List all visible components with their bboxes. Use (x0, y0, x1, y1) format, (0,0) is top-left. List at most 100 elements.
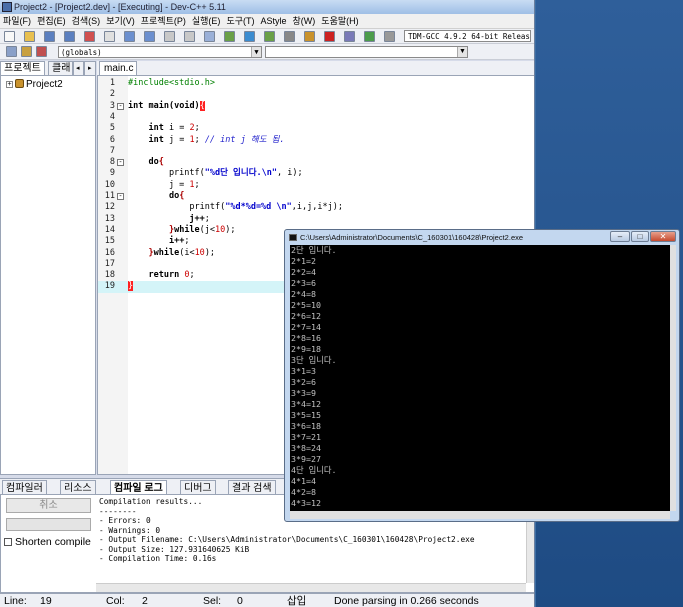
tab-project[interactable]: 프로젝트 (0, 61, 45, 75)
close-icon[interactable] (84, 31, 95, 42)
line-number: 4 (109, 111, 115, 122)
print-icon[interactable] (104, 31, 115, 42)
code-line[interactable]: 9 printf("%d단 입니다.\n", i); (98, 168, 534, 179)
indent-icon[interactable] (6, 46, 17, 57)
title-bar: Project2 - [Project2.dev] - [Executing] … (0, 0, 534, 14)
fold-icon[interactable]: - (117, 193, 124, 200)
open-icon[interactable] (24, 31, 35, 42)
code-text: } (128, 281, 134, 292)
fold-icon[interactable]: - (117, 102, 124, 110)
chevron-down-icon[interactable]: ▼ (251, 47, 261, 57)
project-node[interactable]: + Project2 (6, 79, 63, 91)
code-text: j++; (189, 213, 210, 224)
line-number: 5 (109, 123, 115, 134)
line-number: 1 (109, 78, 115, 88)
tab-bottom-0[interactable]: 컴파일러 (2, 480, 47, 495)
scope-select[interactable]: (globals) ▼ (58, 46, 262, 58)
line-number: 14 (104, 224, 115, 235)
console-window[interactable]: C:\Users\Administrator\Documents\C_16030… (284, 229, 680, 522)
scroll-left-icon[interactable]: ◂ (72, 61, 84, 75)
line-number: 9 (109, 168, 115, 179)
line-number: 10 (104, 179, 115, 190)
status-bar: Line: 19 Col: 2 Sel: 0 삽입 Done parsing i… (0, 593, 534, 607)
log-horizontal-scrollbar[interactable] (96, 583, 526, 592)
maximize-button[interactable]: □ (631, 231, 649, 242)
line-number: 18 (104, 270, 115, 281)
save-all-icon[interactable] (64, 31, 75, 42)
replace-icon[interactable] (184, 31, 195, 42)
menu-item-3[interactable]: 보기(V) (103, 14, 138, 29)
unindent-icon[interactable] (21, 46, 32, 57)
console-horizontal-scrollbar[interactable] (290, 511, 670, 519)
code-line[interactable]: 11- do{ (98, 191, 534, 202)
compiler-select[interactable]: TDM-GCC 4.9.2 64-bit Release (404, 30, 531, 42)
chart-icon[interactable] (364, 31, 375, 42)
code-text: int i = 2; (148, 123, 200, 134)
tab-bottom-2[interactable]: 컴파일 로그 (110, 480, 167, 495)
tab-bottom-1[interactable]: 리소스 (60, 480, 96, 495)
menu-item-2[interactable]: 검색(S) (69, 14, 104, 29)
options-icon[interactable] (384, 31, 395, 42)
undo-icon[interactable] (124, 31, 135, 42)
code-text: printf("%d*%d=%d \n",i,j,i*j); (128, 202, 343, 213)
shorten-option[interactable]: Shorten compile (4, 536, 91, 548)
tab-bottom-3[interactable]: 디버그 (180, 480, 216, 495)
menu-item-4[interactable]: 프로젝트(P) (138, 14, 189, 29)
code-line[interactable]: 1 #include<stdio.h> (98, 78, 534, 89)
rebuild-icon[interactable] (284, 31, 295, 42)
chevron-down-icon[interactable]: ▼ (457, 47, 467, 57)
stop-icon[interactable] (324, 31, 335, 42)
menu-item-0[interactable]: 파일(F) (0, 14, 34, 29)
function-select[interactable]: ▼ (265, 46, 468, 58)
window-title: Project2 - [Project2.dev] - [Executing] … (14, 2, 226, 12)
shorten-checkbox[interactable] (4, 538, 12, 546)
tab-main-c[interactable]: main.c (99, 61, 137, 75)
tab-bottom-4[interactable]: 결과 검색 (228, 480, 276, 495)
menu-item-6[interactable]: 도구(T) (223, 14, 257, 29)
minimize-button[interactable]: – (610, 231, 630, 242)
code-line[interactable]: 12 printf("%d*%d=%d \n",i,j,i*j); (98, 202, 534, 213)
profile-icon[interactable] (344, 31, 355, 42)
project-name: Project2 (26, 79, 63, 90)
code-line[interactable]: 5 int i = 2; (98, 123, 534, 134)
cancel-button[interactable]: 취소 (6, 498, 91, 513)
code-line[interactable]: 3- int main(void){ (98, 100, 534, 112)
expand-icon[interactable]: + (6, 81, 13, 88)
run-icon[interactable] (244, 31, 255, 42)
console-icon (289, 234, 297, 241)
code-line[interactable]: 8- do{ (98, 157, 534, 168)
code-line[interactable]: 2 (98, 89, 534, 100)
close-button[interactable]: ✕ (650, 231, 676, 242)
line-number: 8 (109, 157, 115, 168)
code-line[interactable]: 7 (98, 146, 534, 157)
menu-item-7[interactable]: AStyle (258, 14, 290, 29)
scope-value: (globals) (61, 48, 102, 57)
compile-icon[interactable] (224, 31, 235, 42)
insert-mode: 삽입 (287, 595, 307, 607)
code-line[interactable]: 13 j++; (98, 213, 534, 225)
line-number: 15 (104, 236, 115, 247)
scroll-right-icon[interactable]: ▸ (84, 61, 96, 75)
goto-icon[interactable] (204, 31, 215, 42)
debug-icon[interactable] (304, 31, 315, 42)
code-line[interactable]: 10 j = 1; (98, 179, 534, 191)
menu-item-9[interactable]: 도움말(H) (318, 14, 361, 29)
code-text: printf("%d단 입니다.\n", i); (128, 168, 303, 179)
menu-item-1[interactable]: 편집(E) (34, 14, 69, 29)
save-icon[interactable] (44, 31, 55, 42)
new-file-icon[interactable] (4, 31, 15, 42)
menu-item-8[interactable]: 창(W) (290, 14, 319, 29)
line-number: 3 (109, 100, 115, 111)
code-line[interactable]: 6 int j = 1; // int j 해도 됨. (98, 134, 534, 146)
menu-item-5[interactable]: 실행(E) (189, 14, 224, 29)
code-line[interactable]: 4 (98, 111, 534, 123)
compile-run-icon[interactable] (264, 31, 275, 42)
bookmark-icon[interactable] (36, 46, 47, 57)
code-text: int j = 1; // int j 해도 됨. (148, 134, 285, 145)
find-icon[interactable] (164, 31, 175, 42)
code-text: j = 1; (128, 179, 200, 190)
fold-icon[interactable]: - (117, 159, 124, 167)
redo-icon[interactable] (144, 31, 155, 42)
tab-classes[interactable]: 클래 (48, 61, 75, 75)
console-vertical-scrollbar[interactable] (670, 245, 676, 511)
